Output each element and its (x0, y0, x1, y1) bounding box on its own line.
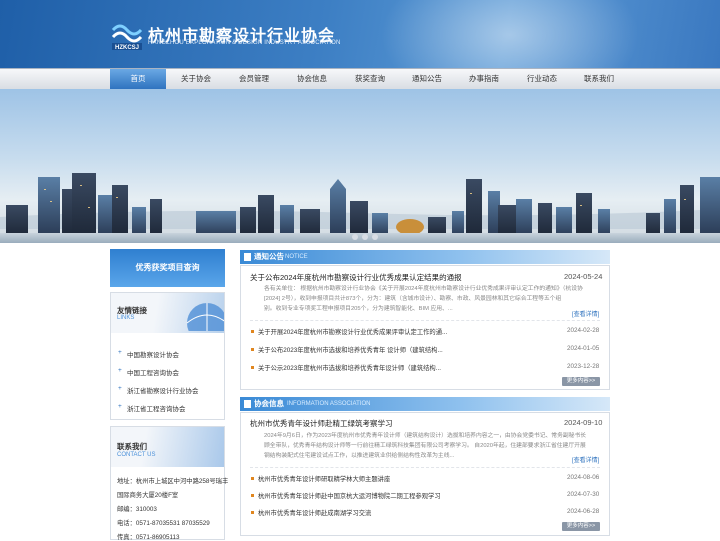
notice-list-item[interactable]: 关于开展2024年度杭州市勘察设计行业优秀成果评审认定工作的通... (250, 327, 447, 336)
nav-item-about[interactable]: 关于协会 (168, 69, 224, 89)
banner-dot-3[interactable] (372, 234, 378, 240)
info-more-button[interactable]: 更多内容>> (562, 522, 600, 531)
notice-list-date: 2023-12-28 (567, 363, 600, 370)
nav-item-award-search[interactable]: 获奖查询 (342, 69, 398, 89)
contact-title: 联系我们 (117, 442, 147, 451)
link-item[interactable]: 浙江省勘察设计行业协会 (118, 385, 198, 395)
info-excerpt-line-2: 顾全带队，优秀青年结构设计师等一行前往精工绿筑科技集团有限公司考察学习。 自20… (264, 443, 586, 449)
info-list-date: 2024-07-30 (567, 491, 600, 498)
banner-dot-1[interactable] (352, 234, 358, 240)
nav-item-association-info[interactable]: 协会信息 (284, 69, 340, 89)
contact-address-cont: 国际商务大厦20楼F室 (117, 492, 179, 499)
info-section-title-en: INFORMATION ASSOCIATION (287, 401, 371, 407)
notice-list-item[interactable]: 关于公布2023年度杭州市选拔和培养优秀青年 设计师（建筑结构... (251, 345, 443, 354)
association-logo-icon[interactable]: HZKCSJ (110, 20, 144, 52)
links-panel: 友情链接 LINKS 中国勘察设计协会 中国工程咨询协会 浙江省勘察设计行业协会… (110, 292, 225, 420)
contact-address: 地址：杭州市上城区中河中路258号瑞丰 (117, 478, 229, 485)
nav-item-home[interactable]: 首页 (110, 69, 166, 89)
info-excerpt-line-3: 钢结构装配式住宅建设试点工作，以推进建筑业供给侧结构性改革为主线... (264, 453, 455, 459)
nav-item-contact[interactable]: 联系我们 (571, 69, 627, 89)
info-list-date: 2024-08-06 (567, 474, 600, 481)
link-item[interactable]: 中国工程咨询协会 (118, 367, 179, 377)
notice-section-title-en: NOTICE (285, 254, 308, 260)
links-subtitle: LINKS (117, 315, 135, 321)
nav-item-industry-news[interactable]: 行业动态 (514, 69, 570, 89)
globe-icon (186, 303, 224, 331)
contact-postcode: 邮编：310003 (117, 506, 157, 513)
info-headline-date: 2024-09-10 (564, 418, 603, 427)
site-subtitle: HANGZHOU EXPLORATION & DESIGN INDUSTRY A… (148, 40, 341, 46)
link-item[interactable]: 中国勘察设计协会 (118, 349, 179, 359)
nav-item-notices[interactable]: 通知公告 (399, 69, 455, 89)
notice-section-header: 通知公告 NOTICE (240, 250, 610, 264)
site-header: HZKCSJ 杭州市勘察设计行业协会 HANGZHOU EXPLORATION … (0, 0, 720, 68)
divider (250, 467, 600, 468)
main-nav: 首页 关于协会 会员管理 协会信息 获奖查询 通知公告 办事指南 行业动态 联系… (0, 68, 720, 90)
header-glow (380, 0, 640, 68)
info-list-item[interactable]: 杭州市优秀青年设计师研取精学林大师主题讲座 (250, 474, 390, 483)
links-panel-header: 友情链接 LINKS (111, 293, 224, 333)
notice-more-button[interactable]: 更多内容>> (562, 377, 600, 386)
notice-headline-date: 2024-05-24 (564, 272, 603, 281)
link-item[interactable]: 浙江省工程咨询协会 (118, 403, 185, 413)
notice-headline[interactable]: 关于公布2024年度杭州市勘察设计行业优秀成果认定结果的通报 (250, 272, 462, 283)
notice-excerpt-line-3: 别。收到专业专项奖工程申报项目205个，分为建筑智能化、BIM 应用、... (264, 306, 453, 312)
notice-excerpt-line-1: 各有关单位： 根据杭州市勘察设计行业协会《关于开展2024年度杭州市勘察设计行业… (264, 286, 583, 292)
info-view-details-link[interactable]: [查看详情] (572, 455, 599, 464)
contact-panel: 联系我们 CONTACT US 地址：杭州市上城区中河中路258号瑞丰 国际商务… (110, 426, 229, 541)
notice-section-title: 通知公告 (254, 252, 284, 261)
notice-list-date: 2024-01-05 (567, 345, 600, 352)
notice-list-item[interactable]: 关于公示2023年度杭州市选拔和培养优秀青年设计师（建筑结构... (251, 363, 441, 372)
divider (250, 320, 600, 321)
contact-panel-header: 联系我们 CONTACT US (111, 427, 224, 467)
notice-list-date: 2024-02-28 (567, 327, 600, 334)
contact-subtitle: CONTACT US (117, 452, 156, 458)
notice-view-details-link[interactable]: [查看详情] (572, 309, 599, 318)
info-list-date: 2024-06-28 (567, 508, 600, 515)
nav-item-members[interactable]: 会员管理 (226, 69, 282, 89)
info-list-item[interactable]: 杭州市优秀青年设计师赴成南湖学习交流 (250, 508, 371, 517)
city-skyline-image (0, 173, 720, 243)
document-icon (244, 400, 251, 408)
hero-banner (0, 89, 720, 243)
info-list-item[interactable]: 杭州市优秀青年设计师赴中国京杭大运河博物院二期工程参观学习 (251, 491, 441, 500)
info-section-header: 协会信息 INFORMATION ASSOCIATION (240, 397, 610, 411)
award-search-button[interactable]: 优秀获奖项目查询 (110, 249, 225, 287)
info-excerpt-line-1: 2024年9月6日，作为2023年度杭州市优秀青年设计师（建筑结构设计）选拔和培… (264, 433, 587, 439)
notice-excerpt-line-2: [2024] 2号），收到申报项目共计873个，分为：建筑（含城市设计）、勘察、… (264, 296, 562, 302)
document-icon (244, 253, 251, 261)
banner-dot-2[interactable] (362, 234, 368, 240)
nav-item-guide[interactable]: 办事指南 (456, 69, 512, 89)
svg-text:HZKCSJ: HZKCSJ (115, 45, 139, 51)
info-section-title: 协会信息 (254, 399, 284, 408)
contact-phone: 电话：0571-87035531 87035529 (117, 520, 210, 527)
info-headline[interactable]: 杭州市优秀青年设计师赴精工绿筑考察学习 (250, 418, 393, 429)
